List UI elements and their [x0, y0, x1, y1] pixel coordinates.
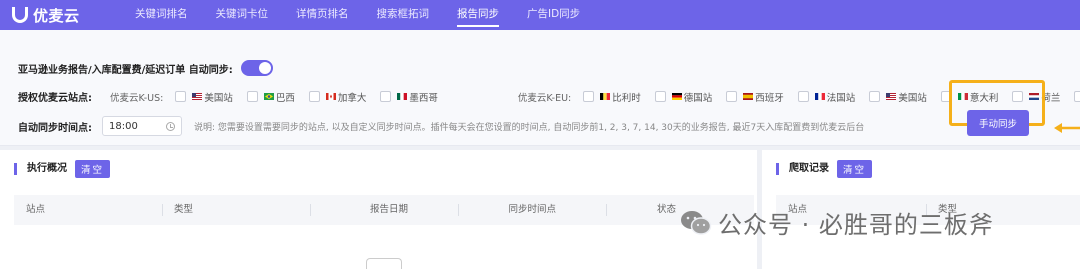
sync-description: 说明: 您需要设置需要同步的站点, 以及自定义同步时间点。插件每天会在您设置的时…	[194, 122, 865, 133]
nav-tab-keyword-position[interactable]: 关键词卡位	[216, 0, 269, 30]
wechat-icon	[681, 210, 712, 235]
site-checkbox[interactable]	[246, 91, 258, 102]
sync-time-picker[interactable]: 18:00	[102, 116, 182, 136]
site-name: 美国站	[204, 92, 233, 104]
execution-overview-panel: 执行概况 清空 站点 类型 报告日期 同步时间点 状态	[0, 150, 757, 269]
site-option-br[interactable]: 巴西	[246, 90, 295, 104]
site-checkbox[interactable]	[726, 91, 738, 102]
site-name: 法国站	[826, 92, 856, 104]
site-checkbox[interactable]	[654, 91, 666, 102]
nav-tab-report-sync[interactable]: 报告同步	[457, 0, 499, 30]
site-checkbox[interactable]	[380, 91, 392, 102]
clear-crawl-button[interactable]: 清空	[837, 160, 873, 178]
site-name: 巴西	[275, 92, 295, 104]
site-option-de[interactable]: 德国站	[654, 90, 713, 104]
sync-settings-panel: 亚马逊业务报告/入库配置费/延迟订单 自动同步: 授权优麦云站点: 优麦云K-U…	[0, 30, 1080, 146]
authorized-sites-row: 授权优麦云站点: 优麦云K-US: 美国站 巴西 加拿大 墨西哥 优麦云K-EU…	[18, 89, 1080, 104]
site-option-es[interactable]: 西班牙	[726, 90, 784, 104]
site-option-us-eu[interactable]: 美国站	[869, 90, 927, 104]
site-option-us[interactable]: 美国站	[175, 90, 233, 104]
be-flag-icon	[600, 93, 611, 100]
site-checkbox[interactable]	[583, 91, 595, 102]
arrow-left-icon	[1054, 123, 1080, 133]
site-name: 墨西哥	[409, 92, 438, 104]
sync-time-value: 18:00	[109, 120, 138, 132]
de-flag-icon	[671, 93, 682, 100]
watermark-text: 公众号 · 必胜哥的三板斧	[718, 211, 994, 239]
site-name: 德国站	[683, 92, 713, 104]
column-header-site[interactable]: 站点	[14, 195, 162, 225]
clock-icon	[166, 121, 175, 131]
site-option-ca[interactable]: 加拿大	[308, 90, 367, 104]
crawl-panel-header: 爬取记录 清空	[762, 160, 873, 178]
top-navigation-bar: 优麦云 关键词排名 关键词卡位 详情页排名 搜索框拓词 报告同步 广告ID同步	[0, 0, 1080, 30]
us-flag-icon	[192, 93, 203, 100]
nav-tab-ad-id-sync[interactable]: 广告ID同步	[527, 0, 580, 30]
crawl-panel-title: 爬取记录	[776, 163, 829, 175]
execution-panel-title: 执行概况	[14, 163, 67, 175]
site-checkbox[interactable]	[175, 91, 187, 102]
manual-sync-button[interactable]: 手动同步	[967, 110, 1029, 136]
site-name: 美国站	[898, 92, 927, 104]
auto-sync-toggle[interactable]	[240, 60, 273, 76]
site-option-mx[interactable]: 墨西哥	[380, 90, 438, 104]
column-header-report-date[interactable]: 报告日期	[310, 195, 458, 225]
site-checkbox[interactable]	[869, 91, 881, 102]
auto-sync-row: 亚马逊业务报告/入库配置费/延迟订单 自动同步:	[18, 60, 273, 76]
eu-region-label: 优麦云K-EU:	[517, 92, 572, 104]
us-region-label: 优麦云K-US:	[110, 92, 164, 104]
site-checkbox[interactable]	[797, 91, 809, 102]
execution-panel-header: 执行概况 清空	[0, 160, 111, 178]
site-checkbox[interactable]	[1074, 91, 1080, 102]
site-checkbox[interactable]	[308, 91, 320, 102]
site-name: 比利时	[612, 92, 641, 104]
auto-sync-label: 亚马逊业务报告/入库配置费/延迟订单 自动同步:	[18, 64, 233, 76]
clear-execution-button[interactable]: 清空	[75, 160, 111, 178]
ca-flag-icon	[325, 93, 336, 100]
fr-flag-icon	[814, 93, 825, 100]
sync-time-label: 自动同步时间点:	[18, 122, 92, 134]
site-name: 加拿大	[337, 92, 367, 104]
site-option-pl[interactable]: 波兰	[1074, 90, 1080, 104]
mx-flag-icon	[397, 93, 408, 100]
sync-time-row: 自动同步时间点: 18:00 说明: 您需要设置需要同步的站点, 以及自定义同步…	[18, 116, 864, 136]
column-header-type[interactable]: 类型	[162, 195, 310, 225]
us-flag-icon	[886, 93, 897, 100]
br-flag-icon	[263, 93, 274, 100]
authorized-sites-label: 授权优麦云站点:	[18, 93, 92, 104]
empty-data-icon	[366, 258, 402, 269]
column-header-sync-time[interactable]: 同步时间点	[458, 195, 606, 225]
nav-tab-keyword-ranking[interactable]: 关键词排名	[135, 0, 188, 30]
site-option-fr[interactable]: 法国站	[797, 90, 856, 104]
wechat-watermark: 公众号 · 必胜哥的三板斧	[680, 205, 994, 240]
logo-icon	[12, 7, 28, 23]
main-nav: 关键词排名 关键词卡位 详情页排名 搜索框拓词 报告同步 广告ID同步	[115, 0, 608, 30]
es-flag-icon	[743, 93, 754, 100]
site-name: 西班牙	[755, 92, 784, 104]
nav-tab-detail-ranking[interactable]: 详情页排名	[296, 0, 349, 30]
nav-tab-search-box-keywords[interactable]: 搜索框拓词	[377, 0, 430, 30]
execution-table-header: 站点 类型 报告日期 同步时间点 状态	[14, 195, 754, 225]
site-option-be[interactable]: 比利时	[583, 90, 641, 104]
logo-text: 优麦云	[33, 6, 80, 25]
app-logo[interactable]: 优麦云	[0, 5, 115, 26]
